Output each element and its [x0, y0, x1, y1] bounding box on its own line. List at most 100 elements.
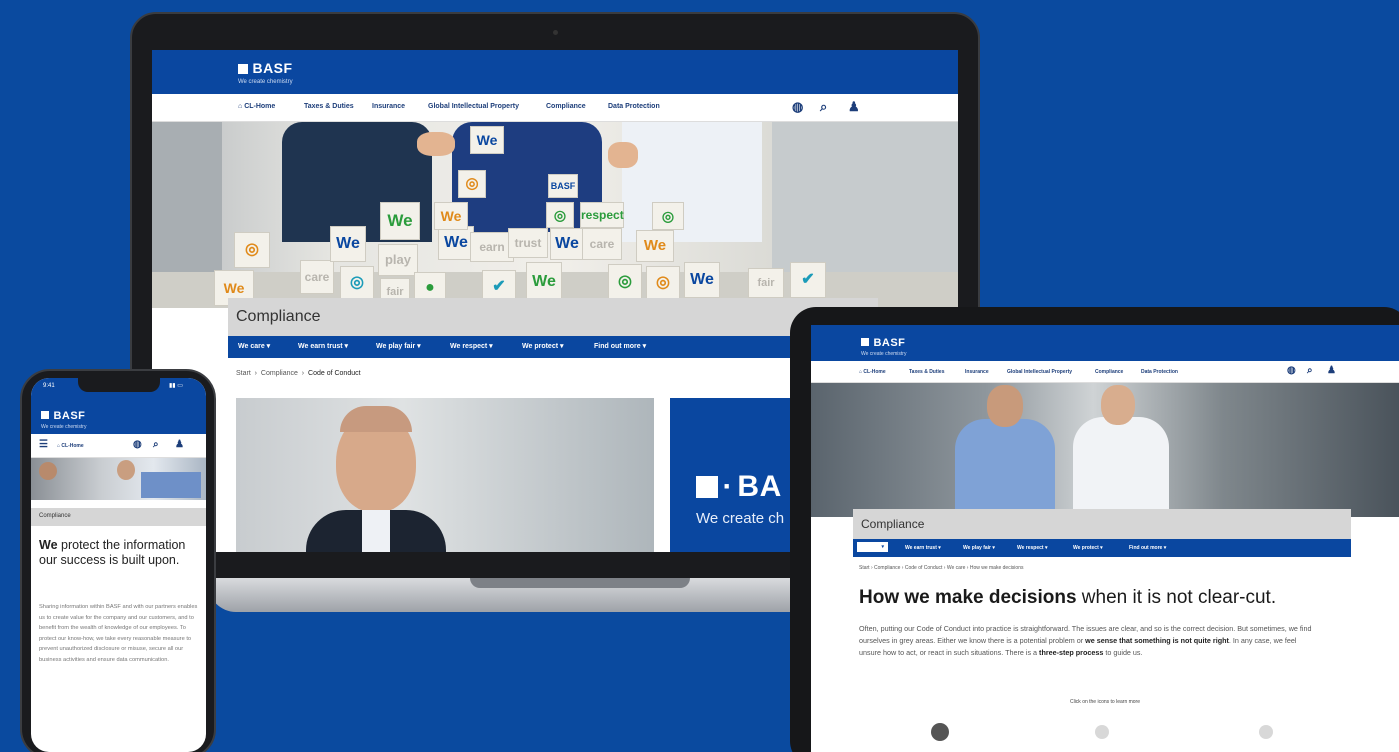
- step-three-icon[interactable]: [1259, 725, 1273, 739]
- subnav-we-protect[interactable]: We protect ▾: [1073, 545, 1103, 551]
- cube: We: [550, 228, 584, 260]
- basf-logo[interactable]: BASF We create chemistry: [861, 333, 906, 357]
- globe-icon[interactable]: ◍: [133, 439, 142, 450]
- subnav-we-play-fair[interactable]: We play fair ▾: [963, 545, 995, 551]
- globe-icon[interactable]: ◍: [1287, 365, 1296, 376]
- search-icon[interactable]: ⌕: [153, 439, 159, 450]
- breadcrumb-item[interactable]: Start: [859, 565, 870, 571]
- logo-square-icon: [696, 476, 718, 498]
- breadcrumb-item[interactable]: Code of Conduct: [905, 565, 943, 571]
- subnav-we-care[interactable]: We care ▾: [238, 342, 270, 350]
- user-icon[interactable]: ♟: [175, 439, 184, 450]
- main-nav: ☰ ⌂ CL-Home ◍ ⌕ ♟: [31, 434, 206, 458]
- search-icon[interactable]: ⌕: [1307, 365, 1313, 376]
- headline-bold: How we make decisions: [859, 587, 1077, 608]
- page-title-band: Compliance: [853, 509, 1351, 539]
- breadcrumb-item[interactable]: Compliance: [874, 565, 900, 571]
- nav-home[interactable]: ⌂ CL-Home: [238, 103, 275, 110]
- user-icon[interactable]: ♟: [1327, 365, 1336, 376]
- site-header: BASF We create chemistry: [152, 50, 958, 94]
- breadcrumb-item[interactable]: Start: [236, 370, 251, 377]
- nav-item-taxes[interactable]: Taxes & Duties: [304, 103, 354, 110]
- cube: ◎: [646, 266, 680, 300]
- nav-item-gip[interactable]: Global Intellectual Property: [1007, 369, 1072, 375]
- basf-logo[interactable]: BASF We create chemistry: [41, 406, 86, 430]
- hero-person-head: [1101, 385, 1135, 425]
- basf-logo[interactable]: BASF We create chemistry: [238, 60, 293, 85]
- hero-image: ◎ We care We ◎ We play fair ● We We ◎ ea…: [152, 122, 958, 308]
- cube: play: [378, 244, 418, 276]
- status-signal-icon: ▮▮ ▭: [169, 383, 183, 389]
- hero-image: [31, 458, 206, 500]
- subnav-we-respect[interactable]: We respect ▾: [450, 342, 493, 350]
- nav-item-taxes[interactable]: Taxes & Duties: [909, 369, 944, 375]
- logo-text: BASF: [873, 337, 906, 349]
- subnav-we-earn-trust[interactable]: We earn trust ▾: [905, 545, 941, 551]
- subnav-we-protect[interactable]: We protect ▾: [522, 342, 564, 350]
- logo-text: BASF: [252, 60, 293, 76]
- nav-item-insurance[interactable]: Insurance: [372, 103, 405, 110]
- subnav-find-out-more[interactable]: Find out more ▾: [1129, 545, 1166, 551]
- intro-paragraph: Often, putting our Code of Conduct into …: [859, 624, 1312, 657]
- laptop-trackpad-notch: [470, 578, 690, 588]
- page-title-band: Compliance: [228, 298, 878, 336]
- cta-hint: Click on the icons to learn more: [1069, 699, 1141, 705]
- hero-window-right: [772, 122, 958, 272]
- subnav-we-respect[interactable]: We respect ▾: [1017, 545, 1048, 551]
- cube: We: [470, 126, 504, 154]
- search-icon[interactable]: ⌕: [820, 99, 827, 115]
- status-time: 9:41: [43, 383, 55, 389]
- subnav-find-out-more[interactable]: Find out more ▾: [594, 342, 646, 350]
- nav-item-insurance[interactable]: Insurance: [965, 369, 989, 375]
- cube: We: [526, 262, 562, 302]
- subnav-we-care[interactable]: We care ▾: [857, 542, 888, 552]
- hamburger-menu-icon[interactable]: ☰: [39, 439, 48, 450]
- cube: ✔: [790, 262, 826, 298]
- page-title: Compliance: [236, 308, 321, 325]
- breadcrumb-item[interactable]: We care: [947, 565, 966, 571]
- step-two-icon[interactable]: [1095, 725, 1109, 739]
- cube: BASF: [548, 174, 578, 198]
- hero-image: [811, 383, 1399, 517]
- cube: We: [684, 262, 720, 298]
- breadcrumb: Start › Compliance › Code of Conduct: [236, 370, 361, 377]
- brand-panel-logo: · BA: [696, 470, 782, 504]
- logo-square-icon: [41, 410, 49, 419]
- portrait-head: [340, 406, 412, 432]
- cube: ◎: [546, 202, 574, 228]
- step-one-icon[interactable]: [931, 723, 949, 741]
- hero-person-shirt: [1073, 417, 1169, 517]
- nav-home[interactable]: ⌂ CL-Home: [57, 443, 84, 449]
- executive-portrait: [236, 398, 654, 552]
- cube: We: [434, 202, 468, 230]
- nav-item-gip[interactable]: Global Intellectual Property: [428, 103, 519, 110]
- nav-home[interactable]: ⌂ CL-Home: [859, 369, 886, 375]
- phone-screen: 9:41 ▮▮ ▭ BASF We create chemistry ☰ ⌂ C…: [31, 378, 206, 752]
- breadcrumb-item: Code of Conduct: [308, 370, 361, 377]
- nav-item-data-protection[interactable]: Data Protection: [1141, 369, 1178, 375]
- page-title: Compliance: [39, 513, 71, 519]
- breadcrumb-item[interactable]: Compliance: [261, 370, 298, 377]
- hero-person-coat: [622, 122, 762, 242]
- page-headline: How we make decisions when it is not cle…: [859, 587, 1276, 609]
- nav-item-data-protection[interactable]: Data Protection: [608, 103, 660, 110]
- page-title-band: Compliance: [31, 508, 206, 526]
- nav-item-compliance[interactable]: Compliance: [1095, 369, 1123, 375]
- brand-panel-logo-text: BA: [737, 470, 782, 503]
- cube: ◎: [234, 232, 270, 268]
- globe-icon[interactable]: ◍: [792, 99, 803, 115]
- tablet-screen: BASF We create chemistry ⌂ CL-Home Taxes…: [811, 325, 1399, 752]
- section-subnav: We care ▾ We earn trust ▾ We play fair ▾…: [228, 336, 878, 358]
- breadcrumb-item: How we make decisions: [969, 565, 1024, 571]
- cube: ◎: [652, 202, 684, 230]
- cube: trust: [508, 228, 548, 258]
- user-icon[interactable]: ♟: [848, 99, 860, 115]
- subnav-we-play-fair[interactable]: We play fair ▾: [376, 342, 421, 350]
- cube: We: [636, 230, 674, 262]
- subnav-we-earn-trust[interactable]: We earn trust ▾: [298, 342, 348, 350]
- laptop-camera: [553, 30, 558, 35]
- nav-item-compliance[interactable]: Compliance: [546, 103, 586, 110]
- portrait-shirt: [362, 510, 390, 552]
- hero-person-head: [39, 462, 57, 480]
- hero-person-head: [987, 385, 1023, 427]
